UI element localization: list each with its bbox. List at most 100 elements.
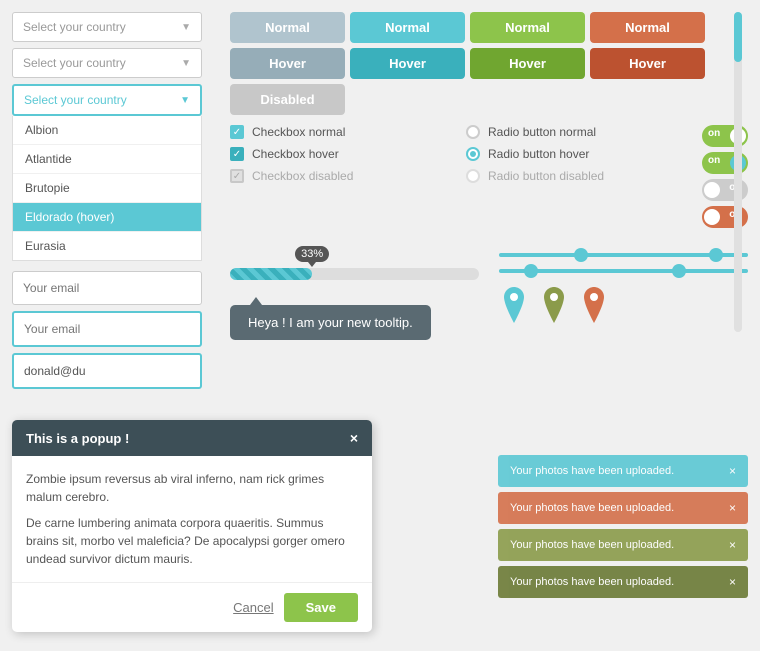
cb-hover-label: Checkbox hover: [252, 147, 339, 161]
dropdown-arrow-2: ▼: [181, 58, 191, 69]
notif-orange-text: Your photos have been uploaded.: [510, 502, 674, 514]
popup-section: This is a popup ! × Zombie ipsum reversu…: [12, 420, 372, 632]
tooltip-section: Heya ! I am your new tooltip.: [230, 300, 479, 340]
popup-footer: Cancel Save: [12, 582, 372, 632]
dropdown-active[interactable]: Select your country ▼: [12, 84, 202, 116]
slider-tooltip-section: 33% Heya ! I am your new tooltip.: [230, 243, 748, 355]
dropdown-label-2: Select your country: [23, 56, 126, 70]
popup-save-button[interactable]: Save: [284, 593, 358, 622]
cb-hover-row: ✓ Checkbox hover: [230, 147, 446, 161]
notif-olive-close[interactable]: ×: [729, 538, 736, 552]
popup-cancel-button[interactable]: Cancel: [233, 593, 273, 622]
btn-row-hover: Hover Hover Hover Hover: [230, 48, 748, 79]
radio-normal[interactable]: [466, 125, 480, 139]
cb-disabled-row: ✓ Checkbox disabled: [230, 169, 446, 183]
btn-orange-hover[interactable]: Hover: [590, 48, 705, 79]
slider-right-area: [499, 243, 748, 355]
pins-section: [499, 285, 748, 330]
rb-disabled-row: Radio button disabled: [466, 169, 682, 183]
pin-teal: [499, 285, 529, 325]
rb-disabled-label: Radio button disabled: [488, 169, 604, 183]
notif-olive-text: Your photos have been uploaded.: [510, 539, 674, 551]
scrollbar[interactable]: [728, 12, 748, 332]
checkbox-disabled: ✓: [230, 169, 244, 183]
left-column: Select your country ▼ Select your countr…: [12, 12, 222, 395]
checkbox-hover[interactable]: ✓: [230, 147, 244, 161]
btn-gray-hover[interactable]: Hover: [230, 48, 345, 79]
buttons-section: Normal Normal Normal Normal Hover Hover …: [230, 12, 748, 115]
email-input-focused[interactable]: [12, 311, 202, 347]
progress-container: 33%: [230, 268, 479, 280]
btn-row-normal: Normal Normal Normal Normal: [230, 12, 748, 43]
scrollbar-thumb[interactable]: [734, 12, 742, 62]
dual-track-2[interactable]: [499, 269, 748, 273]
progress-label: 33%: [295, 246, 329, 262]
dual-thumb-1b[interactable]: [709, 248, 723, 262]
radio-hover[interactable]: [466, 147, 480, 161]
popup-close-button[interactable]: ×: [350, 430, 358, 446]
notif-teal-close[interactable]: ×: [729, 464, 736, 478]
email-input-normal[interactable]: [12, 271, 202, 305]
popup-body-text-1: Zombie ipsum reversus ab viral inferno, …: [26, 470, 358, 506]
rb-normal-label: Radio button normal: [488, 125, 596, 139]
email-input-filled[interactable]: [12, 353, 202, 389]
notif-olive: Your photos have been uploaded. ×: [498, 529, 748, 561]
progress-fill: [230, 268, 312, 280]
rb-normal-row: Radio button normal: [466, 125, 682, 139]
popup-title: This is a popup !: [26, 431, 129, 446]
dropdown-item-atlantide[interactable]: Atlantide: [13, 145, 201, 174]
notif-dark-olive-text: Your photos have been uploaded.: [510, 576, 674, 588]
dropdown-list: Albion Atlantide Brutopie Eldorado (hove…: [12, 116, 202, 261]
cb-normal-row: ✓ Checkbox normal: [230, 125, 446, 139]
dropdown-normal-1[interactable]: Select your country ▼: [12, 12, 202, 42]
dropdown-item-brutopie[interactable]: Brutopie: [13, 174, 201, 203]
btn-green-hover[interactable]: Hover: [470, 48, 585, 79]
dropdown-item-eurasia[interactable]: Eurasia: [13, 232, 201, 260]
btn-disabled: Disabled: [230, 84, 345, 115]
btn-teal-normal[interactable]: Normal: [350, 12, 465, 43]
dropdown-item-albion[interactable]: Albion: [13, 116, 201, 145]
notif-orange-close[interactable]: ×: [729, 501, 736, 515]
checkboxes-group: ✓ Checkbox normal ✓ Checkbox hover ✓ Che…: [230, 125, 446, 228]
dropdown-item-eldorado[interactable]: Eldorado (hover): [13, 203, 201, 232]
dropdown-active-arrow: ▼: [180, 95, 190, 106]
inputs-section: [12, 271, 222, 389]
dropdown-normal-2[interactable]: Select your country ▼: [12, 48, 202, 78]
pin-olive: [539, 285, 569, 325]
btn-green-normal[interactable]: Normal: [470, 12, 585, 43]
controls-section: ✓ Checkbox normal ✓ Checkbox hover ✓ Che…: [230, 125, 748, 228]
dropdown-arrow-1: ▼: [181, 22, 191, 33]
dropdown-active-label: Select your country: [24, 93, 127, 107]
dropdown-label-1: Select your country: [23, 20, 126, 34]
main-container: Select your country ▼ Select your countr…: [0, 0, 760, 651]
progress-track[interactable]: [230, 268, 479, 280]
dual-thumb-2b[interactable]: [672, 264, 686, 278]
radio-disabled: [466, 169, 480, 183]
popup-body: Zombie ipsum reversus ab viral inferno, …: [12, 456, 372, 582]
pin-orange: [579, 285, 609, 325]
popup-body-text-2: De carne lumbering animata corpora quaer…: [26, 514, 358, 568]
notif-teal: Your photos have been uploaded. ×: [498, 455, 748, 487]
dual-track-1[interactable]: [499, 253, 748, 257]
dual-thumb-1a[interactable]: [574, 248, 588, 262]
tooltip-text: Heya ! I am your new tooltip.: [248, 315, 413, 330]
rb-hover-label: Radio button hover: [488, 147, 589, 161]
btn-gray-normal[interactable]: Normal: [230, 12, 345, 43]
toggle-on-2-label: on: [708, 155, 720, 166]
btn-row-disabled: Disabled: [230, 84, 748, 115]
dual-thumb-2a[interactable]: [524, 264, 538, 278]
toggle-on-1-label: on: [708, 128, 720, 139]
cb-disabled-label: Checkbox disabled: [252, 169, 353, 183]
dual-sliders: [499, 253, 748, 273]
notif-dark-olive-close[interactable]: ×: [729, 575, 736, 589]
popup-header: This is a popup ! ×: [12, 420, 372, 456]
notif-orange: Your photos have been uploaded. ×: [498, 492, 748, 524]
btn-orange-normal[interactable]: Normal: [590, 12, 705, 43]
scrollbar-track: [734, 12, 742, 332]
slider-left-area: 33% Heya ! I am your new tooltip.: [230, 243, 479, 355]
radios-group: Radio button normal Radio button hover R…: [466, 125, 682, 228]
notif-teal-text: Your photos have been uploaded.: [510, 465, 674, 477]
btn-teal-hover[interactable]: Hover: [350, 48, 465, 79]
popup: This is a popup ! × Zombie ipsum reversu…: [12, 420, 372, 632]
checkbox-normal[interactable]: ✓: [230, 125, 244, 139]
